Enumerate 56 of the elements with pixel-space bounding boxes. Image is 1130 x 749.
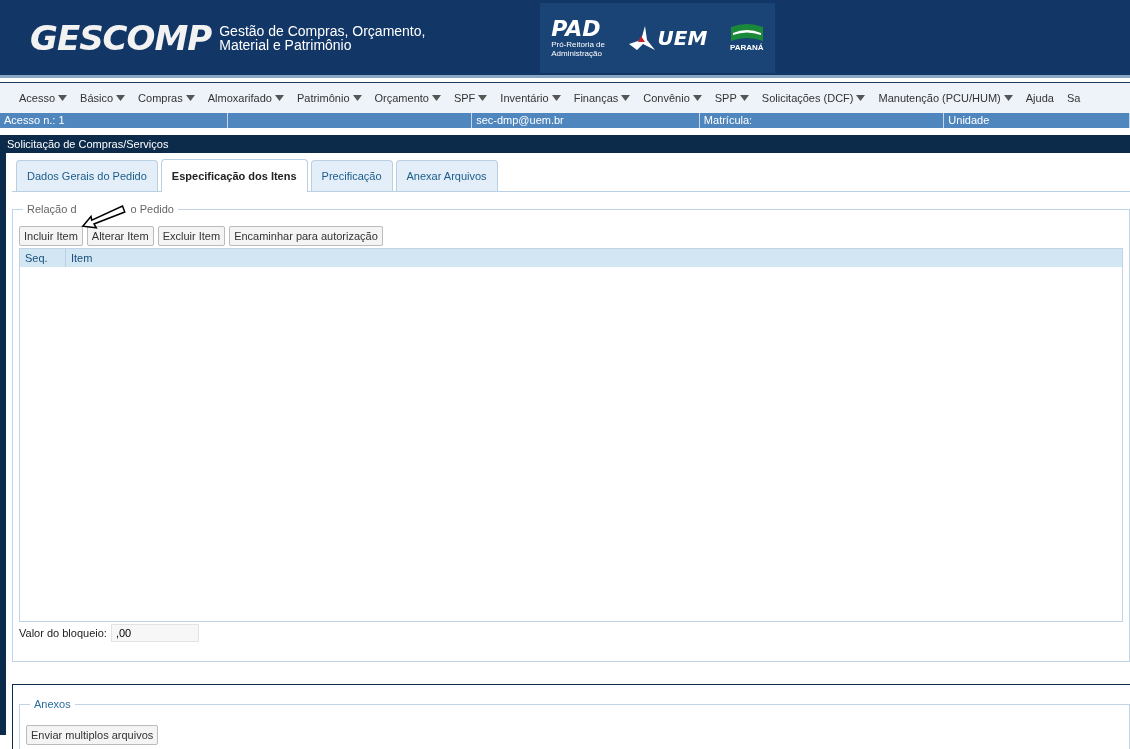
menu-item[interactable]: Almoxarifado [207,92,284,104]
tab[interactable]: Precificação [310,160,393,191]
caret-icon [274,95,284,101]
status-text: Acesso n.: 1 [4,114,65,126]
caret-icon [58,95,68,101]
field-label: Valor do bloqueio: [19,627,107,639]
menu-item[interactable]: Inventário [500,92,561,104]
pad-caption: Pró-Reitoria de Administração [551,39,606,58]
caret-icon [739,95,749,101]
caret-icon [116,95,126,101]
column-header[interactable]: Seq. [20,249,66,267]
group-legend: Relação d [27,203,77,215]
group-legend: o Pedido [130,203,174,215]
tab[interactable]: Anexar Arquivos [395,160,498,191]
caret-icon [621,95,631,101]
tab[interactable]: Dados Gerais do Pedido [16,160,158,191]
menu-item[interactable]: Finanças [573,92,631,104]
status-text: sec-dmp@uem.br [476,114,564,126]
menu-item[interactable]: Manutenção (PCU/HUM) [878,92,1013,104]
status-text: Unidade [948,114,990,126]
panel-title: Solicitação de Compras/Serviços [5,135,1130,153]
column-header[interactable]: Item [66,249,93,267]
block-value-field[interactable]: ,00 [110,624,199,642]
menu-item[interactable]: Convênio [643,92,702,104]
group-legend: Anexos [34,698,71,710]
caret-icon [856,95,866,101]
menu-item[interactable]: Orçamento [374,92,441,104]
caret-icon [692,95,702,101]
pad-logo: PAD [551,17,602,40]
menu-item[interactable]: Básico [80,92,126,104]
app-subtitle: Gestão de Compras, Orçamento, Material e Patrimônio [219,23,426,52]
uem-logo: UEM [657,25,708,50]
caret-icon [478,95,488,101]
menu-item[interactable]: SPP [714,92,749,104]
parana-logo: PARANÁ [729,43,764,52]
menu-item[interactable]: Acesso [19,92,68,104]
menu-item[interactable]: Sa [1066,92,1081,104]
action-button[interactable]: Excluir Item [157,226,226,246]
caret-icon [551,95,561,101]
upload-button[interactable]: Enviar multiplos arquivos [26,725,159,745]
menu-item[interactable]: Compras [138,92,195,104]
action-button[interactable]: Encaminhar para autorização [229,226,383,246]
menu-item[interactable]: Patrimônio [296,92,362,104]
menu-item[interactable]: Ajuda [1025,92,1054,104]
caret-icon [431,95,441,101]
action-button[interactable]: Incluir Item [19,226,83,246]
caret-icon [1003,95,1013,101]
menu-item[interactable]: Solicitações (DCF) [761,92,866,104]
flag-icon [729,23,764,43]
app-logo: GESCOMP [30,17,212,58]
caret-icon [352,95,362,101]
action-button[interactable]: Alterar Item [86,226,154,246]
tab[interactable]: Especificação dos Itens [160,159,308,192]
status-text: Matrícula: [703,114,753,126]
caret-icon [185,95,195,101]
menu-item[interactable]: SPF [453,92,488,104]
